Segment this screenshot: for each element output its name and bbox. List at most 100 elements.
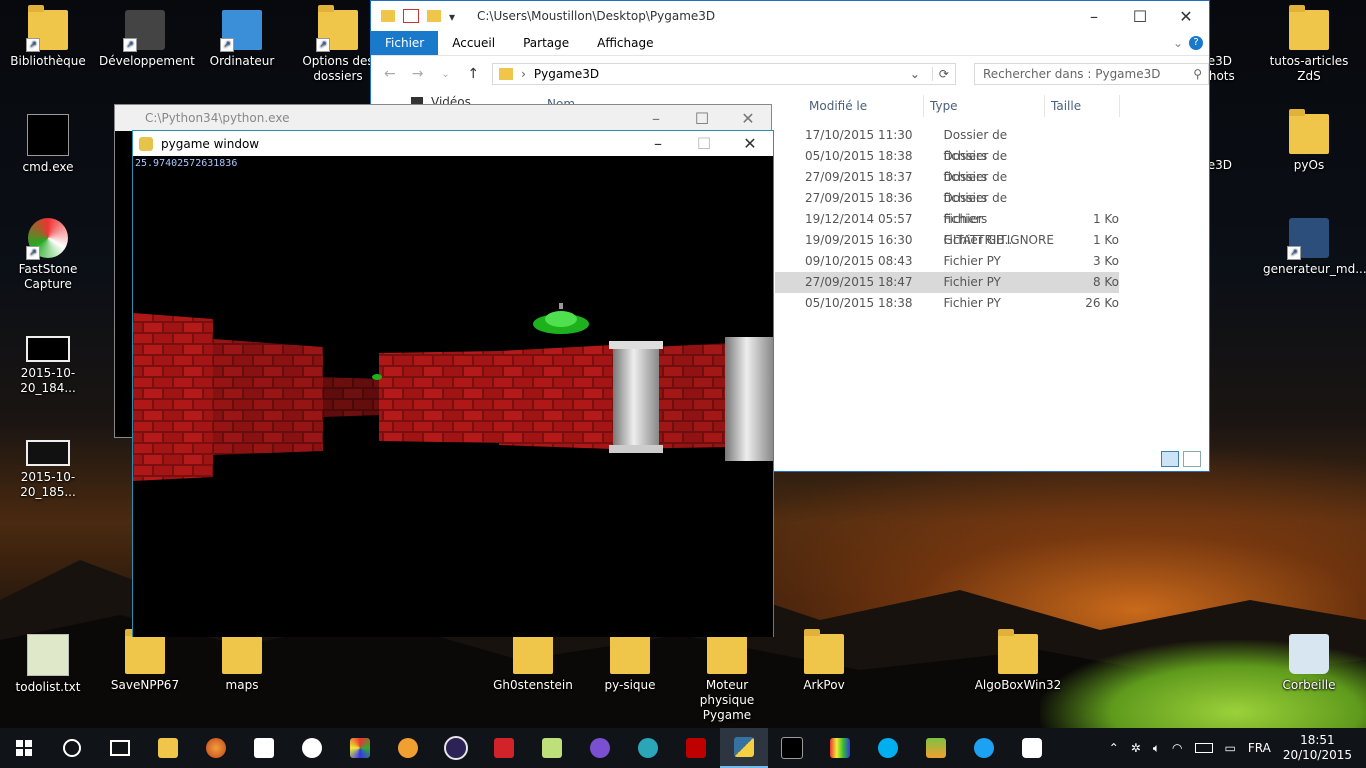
column-header-type[interactable]: Type bbox=[924, 95, 1045, 117]
file-row[interactable]: 27/09/2015 18:36 Dossier de fichiers bbox=[775, 188, 1119, 226]
taskbar-app-purple[interactable] bbox=[576, 728, 624, 768]
tab-partage[interactable]: Partage bbox=[509, 31, 583, 55]
taskbar-cmd[interactable] bbox=[768, 728, 816, 768]
file-row-selected[interactable]: 27/09/2015 18:47 Fichier PY 8 Ko bbox=[775, 272, 1119, 293]
pygame-titlebar[interactable]: pygame window – ☐ ✕ bbox=[133, 131, 773, 156]
desktop-icon-generateur[interactable]: generateur_md... bbox=[1263, 218, 1366, 277]
taskbar-app-colors[interactable] bbox=[336, 728, 384, 768]
chevron-down-icon[interactable]: ⌄ bbox=[1173, 36, 1189, 50]
taskbar-app-orange[interactable] bbox=[384, 728, 432, 768]
desktop-icon-savenpp67[interactable]: SaveNPP67 bbox=[99, 629, 191, 693]
chevron-up-icon[interactable]: ⌃ bbox=[1109, 741, 1119, 755]
desktop-icon-tutos-articles[interactable]: tutos-articles ZdS bbox=[1263, 5, 1355, 84]
maximize-button[interactable]: ☐ bbox=[681, 134, 727, 153]
taskbar-skype[interactable] bbox=[864, 728, 912, 768]
taskbar-slack[interactable] bbox=[1008, 728, 1056, 768]
desktop-icon-label: 2015-10-20_184... bbox=[20, 366, 76, 395]
taskbar-xbox[interactable] bbox=[288, 728, 336, 768]
help-icon[interactable]: ? bbox=[1189, 36, 1203, 50]
raycast-scene[interactable] bbox=[133, 157, 773, 637]
battery-icon[interactable] bbox=[1194, 743, 1213, 753]
desktop-icon-label: ArkPov bbox=[803, 678, 845, 692]
desktop-icon-cmd[interactable]: cmd.exe bbox=[2, 114, 94, 175]
file-row[interactable]: 05/10/2015 18:38 Dossier de fichiers bbox=[775, 146, 1119, 184]
desktop-icon-screenshot-2[interactable]: 2015-10-20_185... bbox=[2, 440, 94, 500]
desktop-icon-corbeille[interactable]: Corbeille bbox=[1263, 634, 1355, 693]
minimize-button[interactable]: – bbox=[1071, 7, 1117, 26]
desktop-icon-py-sique[interactable]: py-sique bbox=[584, 629, 676, 693]
start-button[interactable] bbox=[0, 728, 48, 768]
settings-gear-icon[interactable]: ✲ bbox=[1131, 741, 1141, 755]
file-row[interactable]: 27/09/2015 18:37 Dossier de fichiers bbox=[775, 167, 1119, 205]
refresh-icon[interactable]: ⟳ bbox=[931, 67, 955, 81]
language-indicator[interactable]: FRA bbox=[1248, 741, 1271, 755]
chevron-down-icon[interactable]: ⌄ bbox=[910, 67, 924, 81]
desktop-icon-label: Options des dossiers bbox=[302, 54, 374, 83]
close-button[interactable]: ✕ bbox=[727, 134, 773, 153]
file-row[interactable]: 17/10/2015 11:30 Dossier de fichiers bbox=[775, 125, 1119, 163]
desktop-icon-gh0stenstein[interactable]: Gh0stenstein bbox=[487, 629, 579, 693]
close-button[interactable]: ✕ bbox=[725, 109, 771, 128]
search-input[interactable]: Rechercher dans : Pygame3D ⚲ bbox=[973, 63, 1210, 85]
back-arrow-icon[interactable]: ← bbox=[381, 66, 399, 82]
desktop-icon-faststone[interactable]: FastStone Capture bbox=[2, 218, 94, 292]
chevron-down-icon[interactable]: ⌄ bbox=[437, 69, 455, 80]
column-header-modified[interactable]: Modifié le bbox=[803, 95, 924, 117]
explorer-titlebar[interactable]: ▾ C:\Users\Moustillon\Desktop\Pygame3D –… bbox=[371, 1, 1209, 31]
taskbar-python[interactable] bbox=[720, 728, 768, 768]
close-button[interactable]: ✕ bbox=[1163, 7, 1209, 26]
desktop-icon-bibliotheque[interactable]: Bibliothèque bbox=[2, 5, 94, 69]
up-arrow-icon[interactable]: ↑ bbox=[464, 66, 482, 82]
file-row[interactable]: 19/12/2014 05:57 Fichier GITATTRIB... 1 Ko bbox=[775, 209, 1119, 247]
tab-accueil[interactable]: Accueil bbox=[438, 31, 509, 55]
console-titlebar[interactable]: C:\Python34\python.exe – ☐ ✕ bbox=[115, 105, 771, 131]
taskbar-store[interactable] bbox=[240, 728, 288, 768]
maximize-button[interactable]: ☐ bbox=[1117, 7, 1163, 26]
maximize-button[interactable]: ☐ bbox=[679, 109, 725, 128]
desktop-icon-pyos[interactable]: pyOs bbox=[1263, 109, 1355, 173]
file-row[interactable]: 05/10/2015 18:38 Fichier PY 26 Ko bbox=[775, 293, 1119, 314]
large-icons-view-icon[interactable] bbox=[1183, 451, 1201, 467]
wifi-icon[interactable]: ◠ bbox=[1172, 741, 1182, 755]
taskbar-eclipse[interactable] bbox=[432, 728, 480, 768]
search-button[interactable] bbox=[48, 728, 96, 768]
minimize-button[interactable]: – bbox=[633, 109, 679, 128]
taskbar-app-red[interactable] bbox=[480, 728, 528, 768]
new-folder-icon[interactable] bbox=[427, 10, 441, 22]
taskbar-explorer[interactable] bbox=[144, 728, 192, 768]
desktop-icon-ordinateur[interactable]: Ordinateur bbox=[196, 10, 288, 69]
file-row[interactable]: 09/10/2015 08:43 Fichier PY 3 Ko bbox=[775, 251, 1119, 272]
taskbar-twitter[interactable] bbox=[960, 728, 1008, 768]
desktop-icon-developpement[interactable]: Développement bbox=[99, 10, 195, 69]
taskbar-notepad[interactable] bbox=[528, 728, 576, 768]
address-box[interactable]: › Pygame3D ⌄ ⟳ bbox=[492, 63, 956, 85]
desktop-icon-algobox[interactable]: AlgoBoxWin32 bbox=[972, 629, 1064, 693]
file-row[interactable]: 19/09/2015 16:30 Fichier GITIGNORE 1 Ko bbox=[775, 230, 1119, 251]
forward-arrow-icon[interactable]: → bbox=[409, 66, 427, 82]
tab-fichier[interactable]: Fichier bbox=[371, 31, 439, 55]
details-view-icon[interactable] bbox=[1161, 451, 1179, 467]
notification-icon[interactable]: ▭ bbox=[1225, 741, 1236, 755]
taskbar-firefox[interactable] bbox=[192, 728, 240, 768]
taskbar-bluestacks[interactable] bbox=[912, 728, 960, 768]
clock[interactable]: 18:51 20/10/2015 bbox=[1283, 733, 1352, 763]
breadcrumb[interactable]: Pygame3D bbox=[534, 67, 599, 81]
chevron-down-icon[interactable]: ▾ bbox=[449, 10, 457, 24]
properties-icon[interactable] bbox=[403, 9, 419, 23]
taskbar-filezilla[interactable] bbox=[672, 728, 720, 768]
column-header-size[interactable]: Taille bbox=[1045, 95, 1120, 117]
desktop-icon-maps[interactable]: maps bbox=[196, 629, 288, 693]
desktop-icon-screenshot-1[interactable]: 2015-10-20_184... bbox=[2, 336, 94, 396]
folder-icon[interactable] bbox=[381, 10, 395, 22]
tab-affichage[interactable]: Affichage bbox=[583, 31, 667, 55]
taskbar-app-globe[interactable] bbox=[624, 728, 672, 768]
desktop-icon-todolist[interactable]: todolist.txt bbox=[2, 634, 94, 695]
desktop-icon-arkpov[interactable]: ArkPov bbox=[778, 629, 870, 693]
pygame-window: pygame window – ☐ ✕ 25.97402572631836 bbox=[132, 130, 774, 637]
taskbar-paint[interactable] bbox=[816, 728, 864, 768]
quick-access-toolbar: ▾ bbox=[371, 9, 457, 24]
desktop-icon-moteur-physique[interactable]: Moteur physique Pygame bbox=[681, 629, 773, 723]
volume-icon[interactable]: 🔈︎ bbox=[1153, 741, 1160, 756]
minimize-button[interactable]: – bbox=[635, 134, 681, 153]
task-view-button[interactable] bbox=[96, 728, 144, 768]
